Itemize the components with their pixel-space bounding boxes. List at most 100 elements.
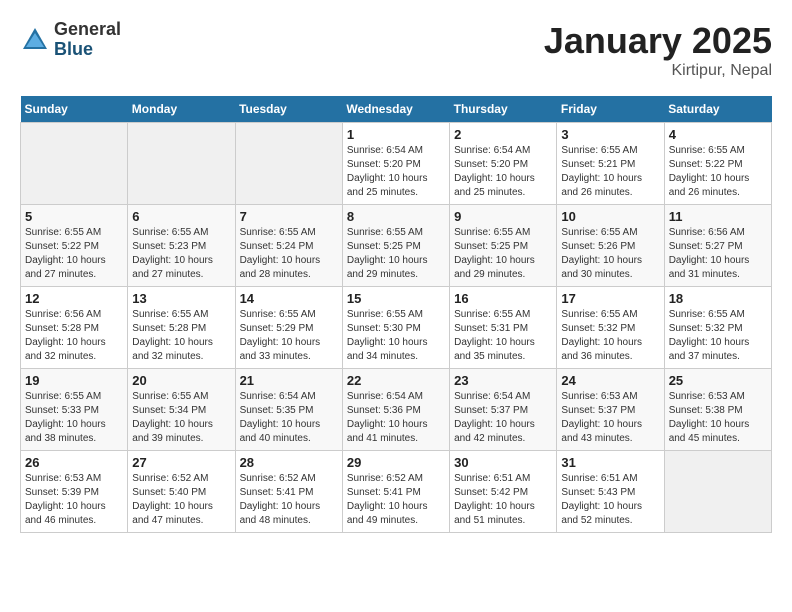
title-block: January 2025 Kirtipur, Nepal — [544, 20, 772, 80]
day-info: Sunrise: 6:52 AM Sunset: 5:41 PM Dayligh… — [347, 472, 445, 528]
day-number: 17 — [561, 291, 659, 306]
calendar-cell: 4Sunrise: 6:55 AM Sunset: 5:22 PM Daylig… — [664, 123, 771, 205]
day-number: 11 — [669, 209, 767, 224]
day-number: 28 — [240, 455, 338, 470]
calendar-week-row: 26Sunrise: 6:53 AM Sunset: 5:39 PM Dayli… — [21, 451, 772, 533]
calendar-cell: 3 Sunrise: 6:55 AM Sunset: 5:21 PM Daylig… — [557, 123, 664, 205]
calendar-cell: 16 Sunrise: 6:55 AM Sunset: 5:31 PM Dayli… — [450, 287, 557, 369]
calendar-cell: 12Sunrise: 6:56 AM Sunset: 5:28 PM Dayli… — [21, 287, 128, 369]
calendar-cell: 1Sunrise: 6:54 AM Sunset: 5:20 PM Daylig… — [342, 123, 449, 205]
day-number: 18 — [669, 291, 767, 306]
day-of-week-header: Sunday — [21, 96, 128, 123]
day-number: 5 — [25, 209, 123, 224]
calendar-cell: 14 Sunrise: 6:55 AM Sunset: 5:29 PM Dayli… — [235, 287, 342, 369]
day-info: Sunrise: 6:53 AM Sunset: 5:38 PM Dayligh… — [669, 390, 767, 446]
calendar-cell: 24 Sunrise: 6:53 AM Sunset: 5:37 PM Dayli… — [557, 369, 664, 451]
calendar-cell: 5 Sunrise: 6:55 AM Sunset: 5:22 PM Daylig… — [21, 205, 128, 287]
calendar-cell: 25 Sunrise: 6:53 AM Sunset: 5:38 PM Dayli… — [664, 369, 771, 451]
day-number: 19 — [25, 373, 123, 388]
calendar-cell: 17 Sunrise: 6:55 AM Sunset: 5:32 PM Dayli… — [557, 287, 664, 369]
day-of-week-header: Wednesday — [342, 96, 449, 123]
day-number: 6 — [132, 209, 230, 224]
day-number: 20 — [132, 373, 230, 388]
page-header: General Blue January 2025 Kirtipur, Nepa… — [20, 20, 772, 80]
day-of-week-header: Tuesday — [235, 96, 342, 123]
logo: General Blue — [20, 20, 121, 60]
calendar-cell: 2 Sunrise: 6:54 AM Sunset: 5:20 PM Daylig… — [450, 123, 557, 205]
calendar-table: SundayMondayTuesdayWednesdayThursdayFrid… — [20, 96, 772, 533]
location-label: Kirtipur, Nepal — [544, 62, 772, 80]
calendar-cell: 23Sunrise: 6:54 AM Sunset: 5:37 PM Dayli… — [450, 369, 557, 451]
day-info: Sunrise: 6:55 AM Sunset: 5:31 PM Dayligh… — [454, 308, 552, 364]
calendar-cell — [128, 123, 235, 205]
day-number: 30 — [454, 455, 552, 470]
calendar-cell: 27 Sunrise: 6:52 AM Sunset: 5:40 PM Dayli… — [128, 451, 235, 533]
day-number: 9 — [454, 209, 552, 224]
day-info: Sunrise: 6:55 AM Sunset: 5:24 PM Dayligh… — [240, 226, 338, 282]
header-row: SundayMondayTuesdayWednesdayThursdayFrid… — [21, 96, 772, 123]
day-info: Sunrise: 6:55 AM Sunset: 5:21 PM Dayligh… — [561, 144, 659, 200]
day-number: 27 — [132, 455, 230, 470]
day-info: Sunrise: 6:55 AM Sunset: 5:25 PM Dayligh… — [347, 226, 445, 282]
day-number: 3 — [561, 127, 659, 142]
day-info: Sunrise: 6:55 AM Sunset: 5:29 PM Dayligh… — [240, 308, 338, 364]
calendar-cell: 6 Sunrise: 6:55 AM Sunset: 5:23 PM Daylig… — [128, 205, 235, 287]
day-number: 8 — [347, 209, 445, 224]
day-number: 16 — [454, 291, 552, 306]
day-info: Sunrise: 6:55 AM Sunset: 5:34 PM Dayligh… — [132, 390, 230, 446]
day-number: 2 — [454, 127, 552, 142]
day-number: 10 — [561, 209, 659, 224]
logo-icon — [20, 25, 50, 55]
day-info: Sunrise: 6:52 AM Sunset: 5:40 PM Dayligh… — [132, 472, 230, 528]
calendar-cell: 26Sunrise: 6:53 AM Sunset: 5:39 PM Dayli… — [21, 451, 128, 533]
day-info: Sunrise: 6:53 AM Sunset: 5:37 PM Dayligh… — [561, 390, 659, 446]
day-info: Sunrise: 6:53 AM Sunset: 5:39 PM Dayligh… — [25, 472, 123, 528]
calendar-cell: 21Sunrise: 6:54 AM Sunset: 5:35 PM Dayli… — [235, 369, 342, 451]
day-number: 7 — [240, 209, 338, 224]
calendar-cell: 9 Sunrise: 6:55 AM Sunset: 5:25 PM Daylig… — [450, 205, 557, 287]
day-number: 25 — [669, 373, 767, 388]
calendar-cell — [235, 123, 342, 205]
day-number: 24 — [561, 373, 659, 388]
day-info: Sunrise: 6:51 AM Sunset: 5:43 PM Dayligh… — [561, 472, 659, 528]
month-title: January 2025 — [544, 20, 772, 62]
day-info: Sunrise: 6:56 AM Sunset: 5:27 PM Dayligh… — [669, 226, 767, 282]
calendar-cell: 29 Sunrise: 6:52 AM Sunset: 5:41 PM Dayli… — [342, 451, 449, 533]
day-info: Sunrise: 6:52 AM Sunset: 5:41 PM Dayligh… — [240, 472, 338, 528]
calendar-cell: 19 Sunrise: 6:55 AM Sunset: 5:33 PM Dayli… — [21, 369, 128, 451]
day-info: Sunrise: 6:55 AM Sunset: 5:32 PM Dayligh… — [669, 308, 767, 364]
calendar-week-row: 19 Sunrise: 6:55 AM Sunset: 5:33 PM Dayli… — [21, 369, 772, 451]
day-info: Sunrise: 6:55 AM Sunset: 5:23 PM Dayligh… — [132, 226, 230, 282]
calendar-cell: 11 Sunrise: 6:56 AM Sunset: 5:27 PM Dayli… — [664, 205, 771, 287]
day-info: Sunrise: 6:54 AM Sunset: 5:20 PM Dayligh… — [454, 144, 552, 200]
day-number: 29 — [347, 455, 445, 470]
day-info: Sunrise: 6:55 AM Sunset: 5:30 PM Dayligh… — [347, 308, 445, 364]
day-of-week-header: Saturday — [664, 96, 771, 123]
calendar-week-row: 5 Sunrise: 6:55 AM Sunset: 5:22 PM Daylig… — [21, 205, 772, 287]
calendar-cell: 7 Sunrise: 6:55 AM Sunset: 5:24 PM Daylig… — [235, 205, 342, 287]
day-number: 15 — [347, 291, 445, 306]
day-info: Sunrise: 6:51 AM Sunset: 5:42 PM Dayligh… — [454, 472, 552, 528]
day-info: Sunrise: 6:55 AM Sunset: 5:25 PM Dayligh… — [454, 226, 552, 282]
calendar-cell: 20 Sunrise: 6:55 AM Sunset: 5:34 PM Dayli… — [128, 369, 235, 451]
day-info: Sunrise: 6:55 AM Sunset: 5:32 PM Dayligh… — [561, 308, 659, 364]
calendar-cell — [21, 123, 128, 205]
day-info: Sunrise: 6:55 AM Sunset: 5:33 PM Dayligh… — [25, 390, 123, 446]
day-number: 22 — [347, 373, 445, 388]
day-number: 23 — [454, 373, 552, 388]
calendar-body: 1 Sunrise: 6:54 AM Sunset: 5:20 PM Daylig… — [21, 123, 772, 533]
calendar-cell — [664, 451, 771, 533]
calendar-cell: 22Sunrise: 6:54 AM Sunset: 5:36 PM Dayli… — [342, 369, 449, 451]
day-info: Sunrise: 6:54 AM Sunset: 5:35 PM Dayligh… — [240, 390, 338, 446]
calendar-cell: 18 Sunrise: 6:55 AM Sunset: 5:32 PM Dayli… — [664, 287, 771, 369]
day-number: 1 — [347, 127, 445, 142]
day-info: Sunrise: 6:56 AM Sunset: 5:28 PM Dayligh… — [25, 308, 123, 364]
day-info: Sunrise: 6:55 AM Sunset: 5:22 PM Dayligh… — [25, 226, 123, 282]
calendar-week-row: 1 Sunrise: 6:54 AM Sunset: 5:20 PM Daylig… — [21, 123, 772, 205]
day-number: 31 — [561, 455, 659, 470]
calendar-cell: 13Sunrise: 6:55 AM Sunset: 5:28 PM Dayli… — [128, 287, 235, 369]
day-number: 14 — [240, 291, 338, 306]
calendar-cell: 30 Sunrise: 6:51 AM Sunset: 5:42 PM Dayli… — [450, 451, 557, 533]
calendar-cell: 15 Sunrise: 6:55 AM Sunset: 5:30 PM Dayli… — [342, 287, 449, 369]
day-of-week-header: Thursday — [450, 96, 557, 123]
